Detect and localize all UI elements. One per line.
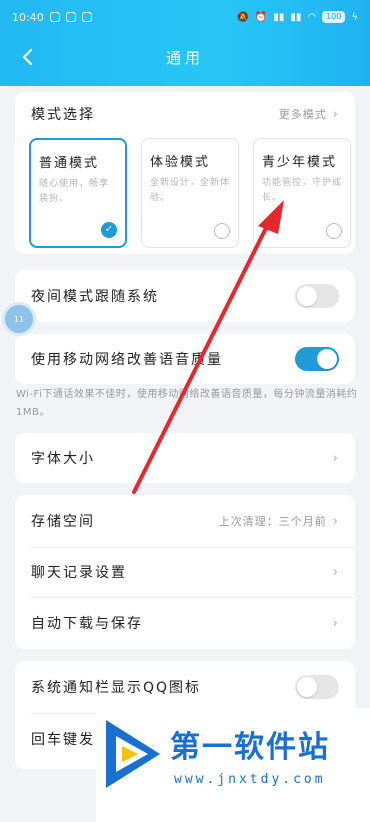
mode-name: 体验模式: [150, 155, 211, 170]
night-mode-row[interactable]: 夜间模式跟随系统: [15, 270, 355, 322]
mode-description: 随心使用，畅享装扮。: [39, 179, 110, 204]
alarm-icon: ⏰: [254, 11, 268, 23]
setting-label: 夜间模式跟随系统: [31, 289, 159, 305]
watermark-url: www.jnxtdy.com: [174, 772, 326, 787]
mobile-voice-note: Wi-Fi下通话效果不佳时，使用移动网络改善语音质量，每分钟流量消耗约1MB。: [16, 389, 358, 418]
radio-icon: [214, 223, 230, 239]
header-bar: 10:40 🔕 ⏰ ▮▮ ▮▮ ◠ 100 ϟ 通用: [0, 0, 370, 86]
status-bar: 10:40 🔕 ⏰ ▮▮ ▮▮ ◠ 100 ϟ: [0, 0, 370, 34]
night-mode-toggle[interactable]: [295, 284, 339, 308]
status-time: 10:40: [12, 10, 44, 24]
setting-label: 自动下载与保存: [31, 616, 143, 632]
radio-icon: [326, 223, 342, 239]
qq-icon-notify-toggle[interactable]: [295, 675, 339, 699]
divider: [31, 547, 355, 548]
storage-row[interactable]: 存储空间 上次清理：三个月前 ›: [15, 495, 355, 547]
chat-record-row[interactable]: 聊天记录设置 ›: [15, 547, 355, 597]
setting-label: 回车键发: [31, 732, 95, 748]
chevron-right-icon: ›: [332, 513, 339, 529]
signal-icon: ▮▮: [273, 11, 285, 23]
storage-card: 存储空间 上次清理：三个月前 › 聊天记录设置 › 自动下载与保存 ›: [15, 495, 355, 649]
chevron-right-icon: ›: [332, 450, 339, 466]
watermark-title: 第一软件站: [170, 730, 330, 765]
night-mode-card: 夜间模式跟随系统: [15, 270, 355, 322]
storage-last-clean: 上次清理：三个月前: [218, 515, 327, 528]
floating-ball-label: 11: [13, 314, 25, 324]
chevron-right-icon: ›: [332, 564, 339, 580]
mode-options: 普通模式 随心使用，畅享装扮。 ✓ 体验模式 全新设计，全新体验。 青少年模式 …: [29, 138, 351, 248]
font-size-card: 字体大小 ›: [15, 433, 355, 483]
signal-icon: ▮▮: [290, 11, 302, 23]
page-title: 通用: [165, 48, 204, 67]
notification-icon: [49, 12, 60, 22]
notification-icon: [65, 12, 76, 22]
mode-selection-title: 模式选择: [31, 107, 95, 123]
mode-description: 功能管控，守护成长。: [262, 178, 343, 203]
more-modes-link[interactable]: 更多模式 ›: [279, 106, 339, 122]
check-icon: ✓: [101, 222, 117, 238]
mobile-voice-card: 使用移动网络改善语音质量: [15, 334, 355, 384]
mode-option-teen[interactable]: 青少年模式 功能管控，守护成长。: [253, 138, 351, 248]
mobile-voice-toggle[interactable]: [295, 347, 339, 371]
mode-selection-header: 模式选择 更多模式 ›: [15, 92, 355, 132]
charging-icon: ϟ: [351, 11, 358, 23]
setting-label: 聊天记录设置: [31, 565, 127, 581]
chevron-right-icon: ›: [332, 615, 339, 631]
floating-ball[interactable]: 11: [2, 302, 36, 336]
mode-name: 青少年模式: [262, 155, 338, 170]
back-button[interactable]: [14, 44, 40, 70]
mode-selection-card: 模式选择 更多模式 › 普通模式 随心使用，畅享装扮。 ✓ 体验模式 全新设计，…: [15, 92, 355, 254]
setting-label: 使用移动网络改善语音质量: [31, 352, 223, 368]
mode-option-experience[interactable]: 体验模式 全新设计，全新体验。: [141, 138, 239, 248]
qq-icon-notify-row[interactable]: 系统通知栏显示QQ图标: [15, 661, 355, 713]
mode-option-normal[interactable]: 普通模式 随心使用，畅享装扮。 ✓: [29, 138, 127, 248]
mute-icon: 🔕: [236, 11, 249, 23]
chevron-right-icon: ›: [332, 106, 339, 122]
setting-label: 系统通知栏显示QQ图标: [31, 680, 202, 696]
watermark-logo-icon: [106, 720, 160, 788]
nav-bar: 通用: [0, 38, 370, 76]
setting-label: 字体大小: [31, 451, 95, 467]
font-size-row[interactable]: 字体大小 ›: [15, 433, 355, 483]
divider: [31, 597, 355, 598]
site-watermark: 第一软件站 www.jnxtdy.com: [96, 708, 370, 822]
auto-download-row[interactable]: 自动下载与保存 ›: [15, 597, 355, 649]
battery-icon: 100: [322, 11, 346, 23]
setting-label: 存储空间: [31, 514, 95, 530]
mode-name: 普通模式: [39, 156, 100, 171]
wifi-icon: ◠: [307, 11, 317, 23]
notification-icon: [81, 12, 92, 22]
mode-description: 全新设计，全新体验。: [150, 178, 231, 203]
back-chevron-icon: [22, 48, 33, 66]
more-modes-label: 更多模式: [278, 108, 327, 121]
mobile-voice-row[interactable]: 使用移动网络改善语音质量: [15, 334, 355, 384]
